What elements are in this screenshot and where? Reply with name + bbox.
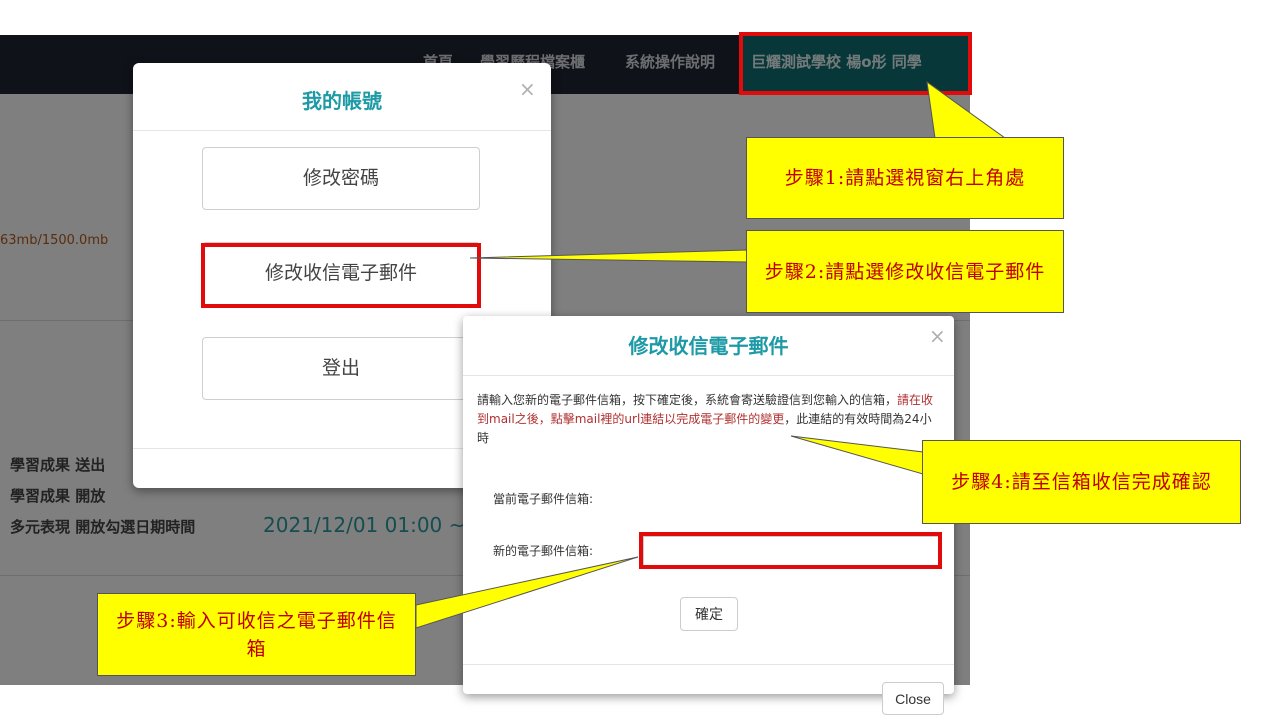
change-email-button[interactable]: 修改收信電子郵件 [202, 242, 480, 305]
close-icon[interactable]: × [519, 77, 536, 101]
email-instructions: 請輸入您新的電子郵件信箱，按下確定後，系統會寄送驗證信到您輸入的信箱，請在收到m… [477, 391, 943, 448]
divider [463, 375, 954, 376]
current-email-label: 當前電子郵件信箱: [493, 492, 594, 506]
callout-step2: 步驟2:請點選修改收信電子郵件 [746, 230, 1064, 313]
new-email-input[interactable] [643, 536, 939, 566]
callout-step3: 步驟3:輸入可收信之電子郵件信箱 [97, 593, 416, 676]
confirm-button[interactable]: 確定 [680, 597, 738, 631]
account-modal-title: 我的帳號 [302, 89, 382, 113]
callout-step1: 步驟1:請點選視窗右上角處 [746, 137, 1064, 219]
callout-step4: 步驟4:請至信箱收信完成確認 [922, 440, 1241, 524]
email-modal-title: 修改收信電子郵件 [628, 334, 789, 358]
divider [463, 664, 954, 665]
change-password-button[interactable]: 修改密碼 [202, 147, 480, 210]
divider [133, 130, 551, 131]
close-icon[interactable]: × [929, 324, 946, 348]
instructions-text: 請輸入您新的電子郵件信箱，按下確定後，系統會寄送驗證信到您輸入的信箱， [477, 393, 898, 407]
logout-button[interactable]: 登出 [202, 337, 480, 400]
close-button[interactable]: Close [882, 682, 944, 715]
new-email-label: 新的電子郵件信箱: [493, 544, 594, 558]
change-email-modal: 修改收信電子郵件 × 請輸入您新的電子郵件信箱，按下確定後，系統會寄送驗證信到您… [463, 316, 954, 694]
